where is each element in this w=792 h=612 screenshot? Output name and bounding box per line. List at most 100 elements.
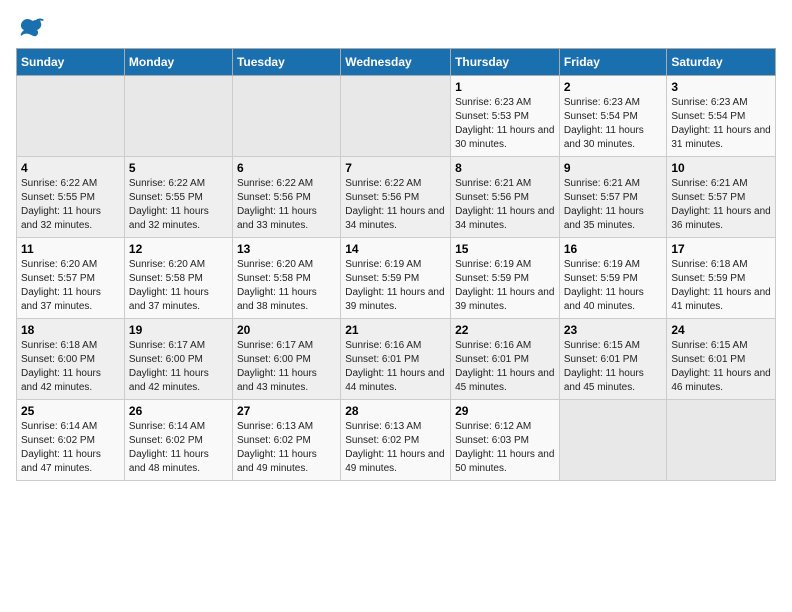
sunset-text: Sunset: 5:59 PM <box>671 272 771 286</box>
daylight-text: Daylight: 11 hours and 39 minutes. <box>345 286 446 314</box>
calendar-week-row: 25 Sunrise: 6:14 AM Sunset: 6:02 PM Dayl… <box>17 400 776 481</box>
sunset-text: Sunset: 6:02 PM <box>129 434 228 448</box>
daylight-text: Daylight: 11 hours and 30 minutes. <box>564 124 663 152</box>
day-number: 2 <box>564 80 663 94</box>
sunrise-text: Sunrise: 6:21 AM <box>671 177 771 191</box>
cell-content: Sunrise: 6:13 AM Sunset: 6:02 PM Dayligh… <box>345 420 446 476</box>
sunset-text: Sunset: 5:57 PM <box>564 191 663 205</box>
header-day-wednesday: Wednesday <box>341 49 451 76</box>
cell-content: Sunrise: 6:20 AM Sunset: 5:57 PM Dayligh… <box>21 258 120 314</box>
sunrise-text: Sunrise: 6:20 AM <box>21 258 120 272</box>
day-number: 8 <box>455 161 555 175</box>
sunrise-text: Sunrise: 6:15 AM <box>564 339 663 353</box>
daylight-text: Daylight: 11 hours and 42 minutes. <box>21 367 120 395</box>
cell-content: Sunrise: 6:22 AM Sunset: 5:55 PM Dayligh… <box>21 177 120 233</box>
sunset-text: Sunset: 6:00 PM <box>21 353 120 367</box>
day-number: 13 <box>237 242 336 256</box>
sunrise-text: Sunrise: 6:20 AM <box>129 258 228 272</box>
daylight-text: Daylight: 11 hours and 37 minutes. <box>21 286 120 314</box>
calendar-cell <box>667 400 776 481</box>
day-number: 16 <box>564 242 663 256</box>
daylight-text: Daylight: 11 hours and 45 minutes. <box>564 367 663 395</box>
daylight-text: Daylight: 11 hours and 39 minutes. <box>455 286 555 314</box>
calendar-cell: 11 Sunrise: 6:20 AM Sunset: 5:57 PM Dayl… <box>17 238 125 319</box>
daylight-text: Daylight: 11 hours and 38 minutes. <box>237 286 336 314</box>
cell-content: Sunrise: 6:20 AM Sunset: 5:58 PM Dayligh… <box>129 258 228 314</box>
calendar-cell: 3 Sunrise: 6:23 AM Sunset: 5:54 PM Dayli… <box>667 76 776 157</box>
header-day-tuesday: Tuesday <box>232 49 340 76</box>
calendar-cell: 28 Sunrise: 6:13 AM Sunset: 6:02 PM Dayl… <box>341 400 451 481</box>
calendar-cell: 12 Sunrise: 6:20 AM Sunset: 5:58 PM Dayl… <box>124 238 232 319</box>
day-number: 29 <box>455 404 555 418</box>
day-number: 17 <box>671 242 771 256</box>
day-number: 21 <box>345 323 446 337</box>
daylight-text: Daylight: 11 hours and 48 minutes. <box>129 448 228 476</box>
sunset-text: Sunset: 6:01 PM <box>671 353 771 367</box>
header-day-saturday: Saturday <box>667 49 776 76</box>
sunset-text: Sunset: 5:53 PM <box>455 110 555 124</box>
calendar-cell: 18 Sunrise: 6:18 AM Sunset: 6:00 PM Dayl… <box>17 319 125 400</box>
calendar-cell <box>124 76 232 157</box>
calendar-cell: 25 Sunrise: 6:14 AM Sunset: 6:02 PM Dayl… <box>17 400 125 481</box>
day-number: 14 <box>345 242 446 256</box>
calendar-cell: 26 Sunrise: 6:14 AM Sunset: 6:02 PM Dayl… <box>124 400 232 481</box>
day-number: 15 <box>455 242 555 256</box>
sunrise-text: Sunrise: 6:16 AM <box>455 339 555 353</box>
cell-content: Sunrise: 6:17 AM Sunset: 6:00 PM Dayligh… <box>129 339 228 395</box>
daylight-text: Daylight: 11 hours and 49 minutes. <box>345 448 446 476</box>
sunrise-text: Sunrise: 6:15 AM <box>671 339 771 353</box>
daylight-text: Daylight: 11 hours and 50 minutes. <box>455 448 555 476</box>
calendar-cell: 21 Sunrise: 6:16 AM Sunset: 6:01 PM Dayl… <box>341 319 451 400</box>
calendar-cell: 10 Sunrise: 6:21 AM Sunset: 5:57 PM Dayl… <box>667 157 776 238</box>
cell-content: Sunrise: 6:15 AM Sunset: 6:01 PM Dayligh… <box>564 339 663 395</box>
sunset-text: Sunset: 5:55 PM <box>21 191 120 205</box>
day-number: 25 <box>21 404 120 418</box>
sunset-text: Sunset: 6:01 PM <box>345 353 446 367</box>
daylight-text: Daylight: 11 hours and 34 minutes. <box>455 205 555 233</box>
calendar-cell: 14 Sunrise: 6:19 AM Sunset: 5:59 PM Dayl… <box>341 238 451 319</box>
calendar-cell: 1 Sunrise: 6:23 AM Sunset: 5:53 PM Dayli… <box>451 76 560 157</box>
daylight-text: Daylight: 11 hours and 34 minutes. <box>345 205 446 233</box>
daylight-text: Daylight: 11 hours and 33 minutes. <box>237 205 336 233</box>
sunset-text: Sunset: 5:56 PM <box>345 191 446 205</box>
day-number: 20 <box>237 323 336 337</box>
sunset-text: Sunset: 5:59 PM <box>564 272 663 286</box>
calendar-week-row: 1 Sunrise: 6:23 AM Sunset: 5:53 PM Dayli… <box>17 76 776 157</box>
sunrise-text: Sunrise: 6:18 AM <box>21 339 120 353</box>
day-number: 18 <box>21 323 120 337</box>
day-number: 6 <box>237 161 336 175</box>
day-number: 24 <box>671 323 771 337</box>
sunrise-text: Sunrise: 6:22 AM <box>345 177 446 191</box>
sunrise-text: Sunrise: 6:16 AM <box>345 339 446 353</box>
sunset-text: Sunset: 6:00 PM <box>237 353 336 367</box>
daylight-text: Daylight: 11 hours and 46 minutes. <box>671 367 771 395</box>
calendar-week-row: 11 Sunrise: 6:20 AM Sunset: 5:57 PM Dayl… <box>17 238 776 319</box>
sunset-text: Sunset: 5:59 PM <box>455 272 555 286</box>
sunrise-text: Sunrise: 6:22 AM <box>21 177 120 191</box>
day-number: 9 <box>564 161 663 175</box>
sunrise-text: Sunrise: 6:19 AM <box>345 258 446 272</box>
day-number: 4 <box>21 161 120 175</box>
sunset-text: Sunset: 6:03 PM <box>455 434 555 448</box>
daylight-text: Daylight: 11 hours and 43 minutes. <box>237 367 336 395</box>
calendar-cell: 2 Sunrise: 6:23 AM Sunset: 5:54 PM Dayli… <box>559 76 667 157</box>
calendar-cell: 16 Sunrise: 6:19 AM Sunset: 5:59 PM Dayl… <box>559 238 667 319</box>
day-number: 3 <box>671 80 771 94</box>
cell-content: Sunrise: 6:23 AM Sunset: 5:54 PM Dayligh… <box>564 96 663 152</box>
calendar-cell: 15 Sunrise: 6:19 AM Sunset: 5:59 PM Dayl… <box>451 238 560 319</box>
sunset-text: Sunset: 5:57 PM <box>671 191 771 205</box>
sunrise-text: Sunrise: 6:19 AM <box>455 258 555 272</box>
sunrise-text: Sunrise: 6:19 AM <box>564 258 663 272</box>
cell-content: Sunrise: 6:23 AM Sunset: 5:53 PM Dayligh… <box>455 96 555 152</box>
header-day-thursday: Thursday <box>451 49 560 76</box>
cell-content: Sunrise: 6:21 AM Sunset: 5:57 PM Dayligh… <box>671 177 771 233</box>
sunset-text: Sunset: 5:58 PM <box>129 272 228 286</box>
daylight-text: Daylight: 11 hours and 45 minutes. <box>455 367 555 395</box>
calendar-cell: 6 Sunrise: 6:22 AM Sunset: 5:56 PM Dayli… <box>232 157 340 238</box>
calendar-cell: 29 Sunrise: 6:12 AM Sunset: 6:03 PM Dayl… <box>451 400 560 481</box>
cell-content: Sunrise: 6:21 AM Sunset: 5:57 PM Dayligh… <box>564 177 663 233</box>
daylight-text: Daylight: 11 hours and 47 minutes. <box>21 448 120 476</box>
daylight-text: Daylight: 11 hours and 41 minutes. <box>671 286 771 314</box>
calendar-cell <box>559 400 667 481</box>
sunrise-text: Sunrise: 6:17 AM <box>237 339 336 353</box>
